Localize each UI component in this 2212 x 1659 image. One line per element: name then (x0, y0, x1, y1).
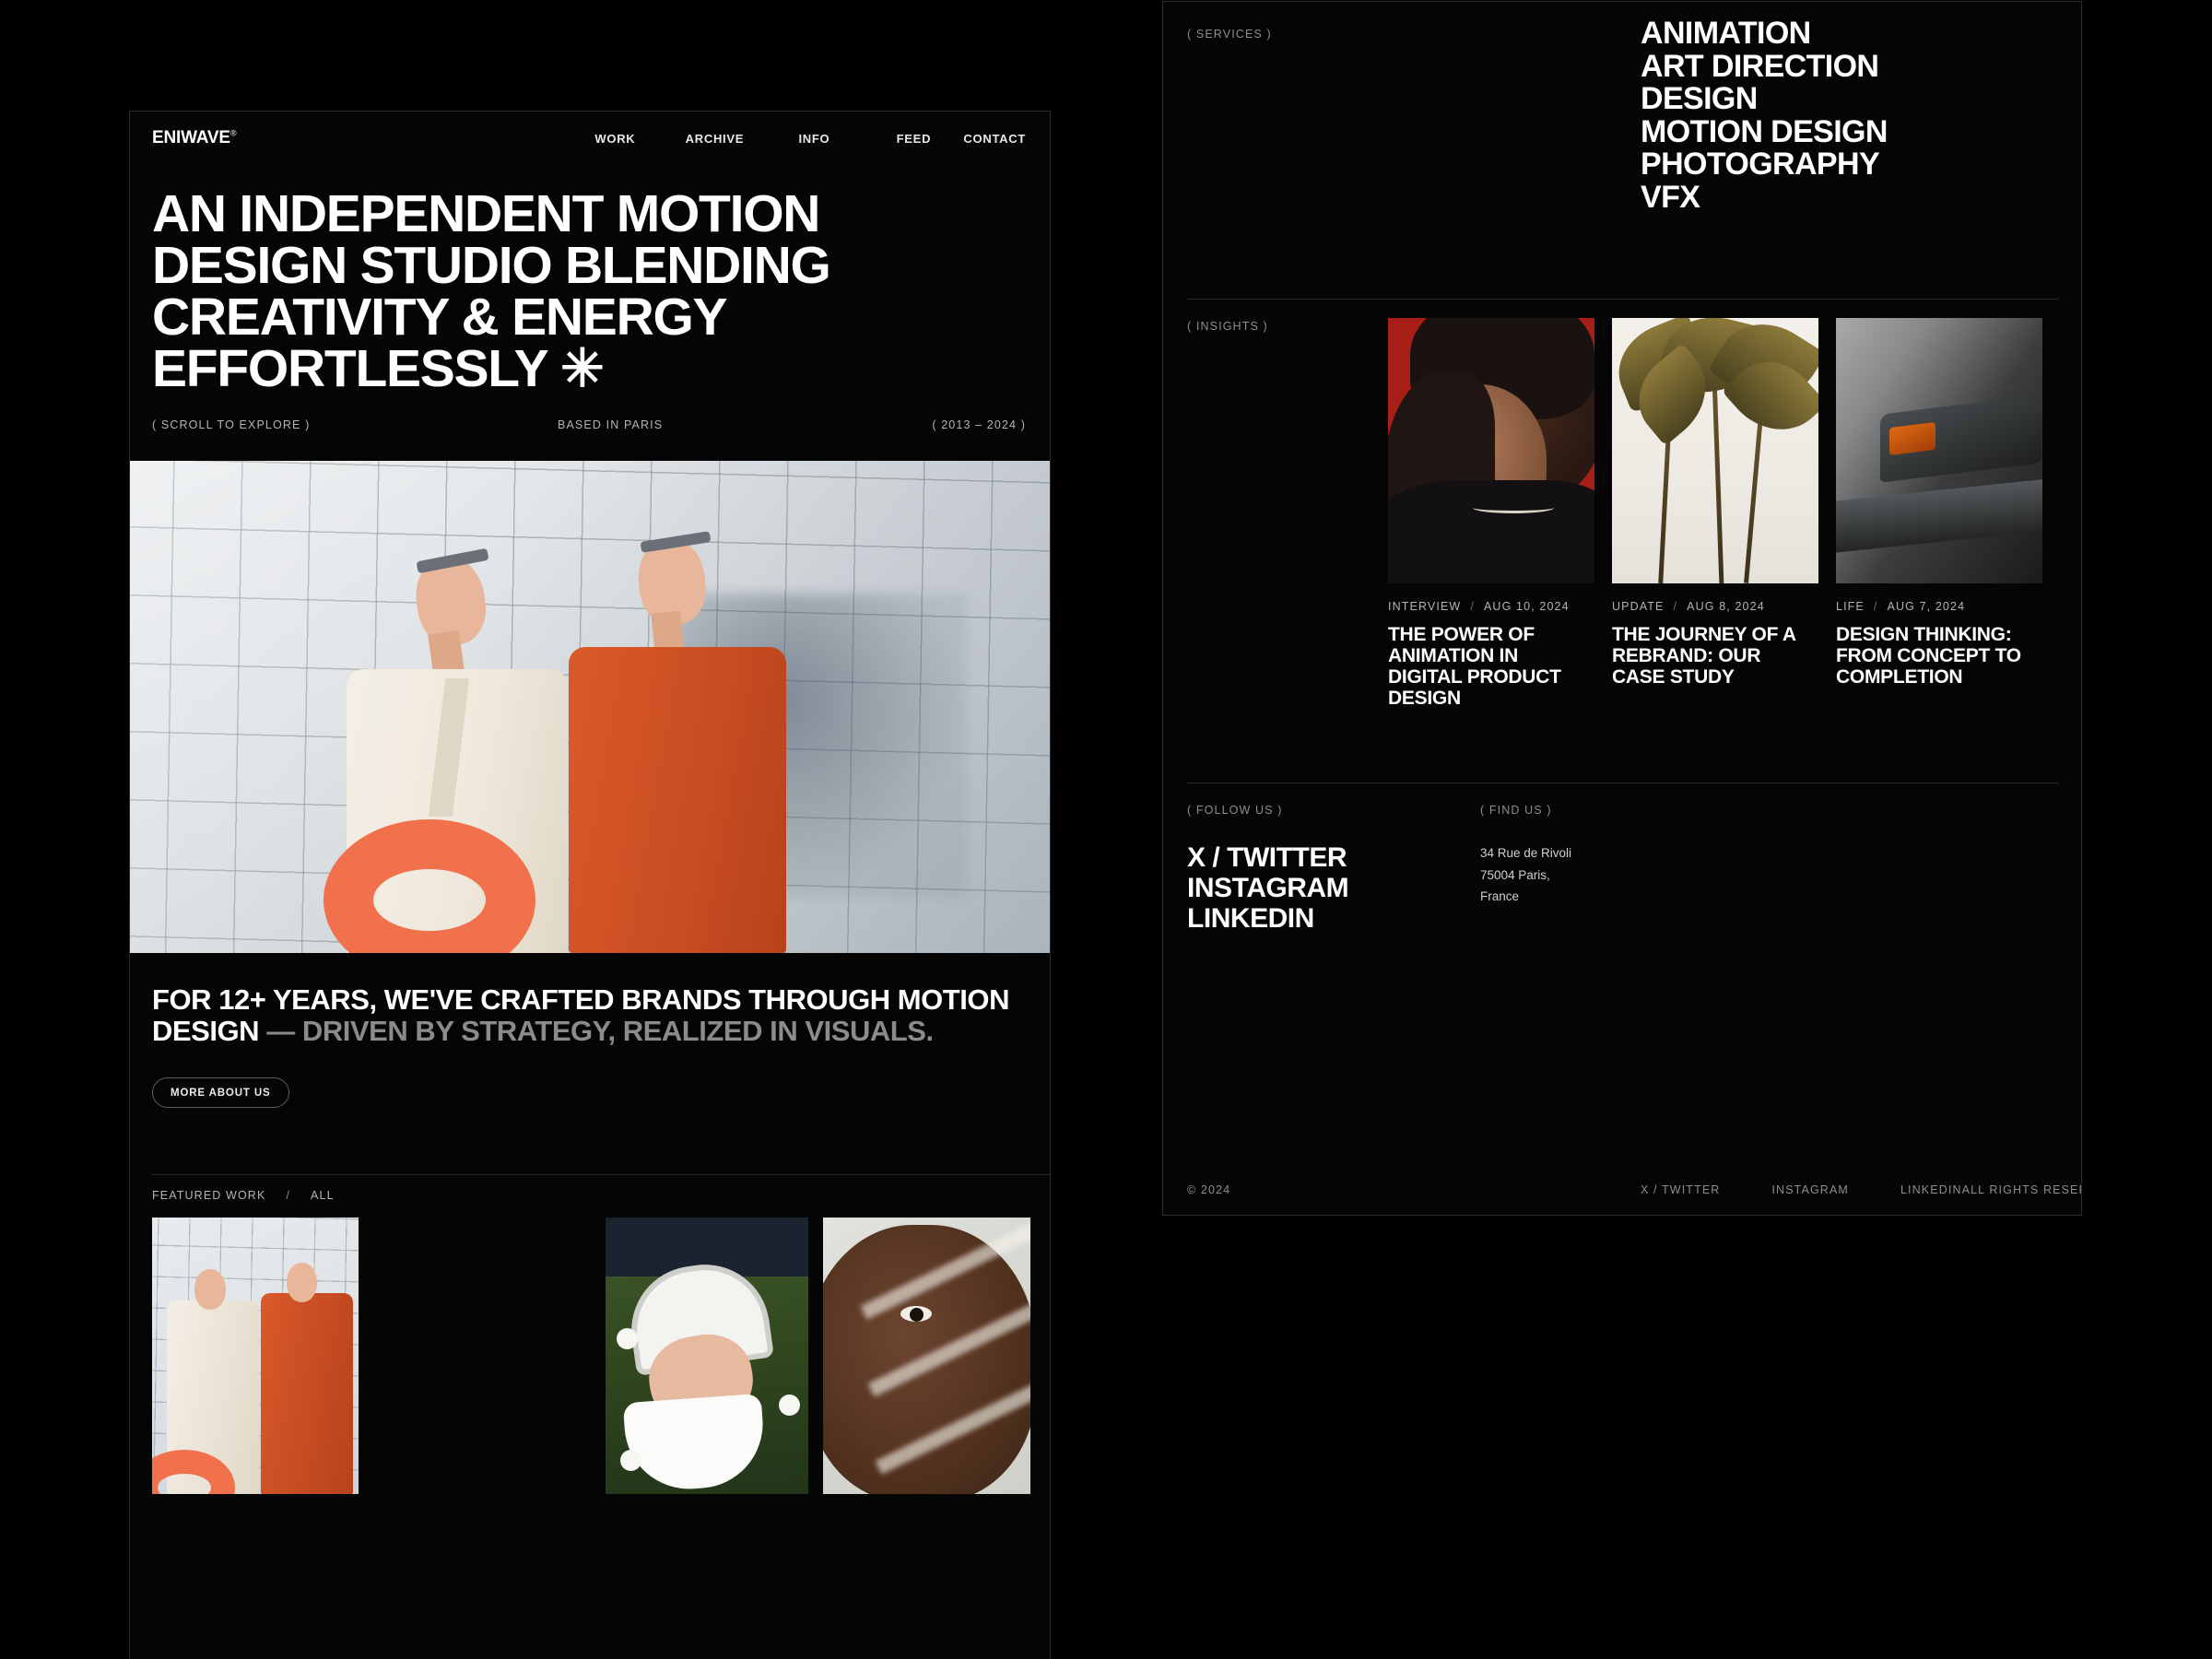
footer-link-linkedin[interactable]: LINKEDIN (1900, 1183, 1962, 1196)
page-title: AN INDEPENDENT MOTION DESIGN STUDIO BLEN… (152, 188, 1028, 395)
model-orange-suit (563, 531, 840, 954)
featured-divider (152, 1174, 1050, 1176)
featured-filter-all[interactable]: ALL (311, 1189, 335, 1202)
social-link-twitter[interactable]: X / TWITTER (1187, 842, 1480, 873)
hero-image (130, 461, 1050, 954)
more-about-us-button[interactable]: MORE ABOUT US (152, 1077, 289, 1109)
social-link-linkedin[interactable]: LINKEDIN (1187, 903, 1480, 934)
work-thumb-golf-green[interactable] (606, 1218, 808, 1495)
service-item-animation[interactable]: ANIMATION (1641, 17, 1888, 51)
location-label: BASED IN PARIS (558, 418, 664, 432)
insights-cards: INTERVIEW / AUG 10, 2024 THE POWER OF AN… (1388, 318, 2057, 709)
nav-item-contact[interactable]: CONTACT (963, 132, 1026, 146)
insight-title[interactable]: DESIGN THINKING: FROM CONCEPT TO COMPLET… (1836, 624, 2042, 688)
registered-mark: ® (229, 128, 237, 138)
find-us-block: ( FIND US ) 34 Rue de Rivoli 75004 Paris… (1480, 802, 1571, 934)
service-item-motion-design[interactable]: MOTION DESIGN (1641, 115, 1888, 149)
services-label: ( SERVICES ) (1187, 28, 1272, 41)
hero-line-1: AN INDEPENDENT MOTION (152, 184, 820, 243)
featured-work-label: FEATURED WORK (152, 1189, 266, 1203)
contact-section: ( FOLLOW US ) X / TWITTER INSTAGRAM LINK… (1163, 783, 2081, 1143)
services-section: ( SERVICES ) ANIMATION ART DIRECTION DES… (1163, 2, 2081, 299)
insight-title[interactable]: THE POWER OF ANIMATION IN DIGITAL PRODUC… (1388, 624, 1594, 709)
homepage-panel: ENIWAVE® WORK ARCHIVE INFO FEED CONTACT … (129, 111, 1051, 1659)
site-navbar: ENIWAVE® WORK ARCHIVE INFO FEED CONTACT (130, 112, 1050, 165)
studio-address: 34 Rue de Rivoli 75004 Paris, France (1480, 842, 1571, 908)
insights-section: ( INSIGHTS ) INTERVIEW / AUG 10, 2024 TH… (1163, 300, 2081, 782)
insight-image-couple-red (1388, 318, 1594, 583)
hero-line-4: EFFORTLESSLY ✳ (152, 338, 605, 398)
brand-logo[interactable]: ENIWAVE® (152, 128, 237, 148)
insight-card-interview[interactable]: INTERVIEW / AUG 10, 2024 THE POWER OF AN… (1388, 318, 1594, 709)
insight-separator: / (1873, 600, 1878, 613)
address-line-1: 34 Rue de Rivoli (1480, 846, 1572, 860)
service-item-vfx[interactable]: VFX (1641, 181, 1888, 215)
work-thumb-fashion-duo[interactable] (152, 1218, 359, 1495)
insight-card-update[interactable]: UPDATE / AUG 8, 2024 THE JOURNEY OF A RE… (1612, 318, 1818, 709)
featured-work-header: FEATURED WORK / ALL (152, 1189, 1028, 1202)
insight-separator: / (1470, 600, 1475, 613)
insight-date: AUG 10, 2024 (1483, 600, 1570, 613)
footer-link-twitter[interactable]: X / TWITTER (1641, 1183, 1720, 1196)
hero-line-3: CREATIVITY & ENERGY (152, 287, 728, 347)
insight-category: INTERVIEW (1388, 600, 1462, 613)
insight-category: LIFE (1836, 600, 1865, 613)
insights-label: ( INSIGHTS ) (1187, 320, 1268, 333)
insight-title[interactable]: THE JOURNEY OF A REBRAND: OUR CASE STUDY (1612, 624, 1818, 688)
social-links-list: X / TWITTER INSTAGRAM LINKEDIN (1187, 842, 1480, 934)
copyright-label: © 2024 (1187, 1183, 1231, 1196)
nav-item-feed[interactable]: FEED (864, 132, 963, 146)
insight-image-car-headlight (1836, 318, 2042, 583)
brand-name: ENIWAVE (152, 128, 230, 147)
featured-work-grid (152, 1218, 1050, 1495)
nav-item-work[interactable]: WORK (565, 132, 665, 146)
nav-item-info[interactable]: INFO (764, 132, 864, 146)
insight-separator: / (1673, 600, 1678, 613)
service-item-photography[interactable]: PHOTOGRAPHY (1641, 148, 1888, 182)
find-us-label: ( FIND US ) (1480, 804, 1552, 817)
service-item-design[interactable]: DESIGN (1641, 83, 1888, 116)
scroll-to-explore-label: ( SCROLL TO EXPLORE ) (152, 418, 311, 432)
rights-reserved-label: ALL RIGHTS RESERVED (1961, 1183, 2081, 1196)
about-blurb: FOR 12+ YEARS, WE'VE CRAFTED BRANDS THRO… (130, 984, 1050, 1046)
insight-category: UPDATE (1612, 600, 1665, 613)
social-link-instagram[interactable]: INSTAGRAM (1187, 873, 1480, 903)
insight-date: AUG 7, 2024 (1887, 600, 1966, 613)
nav-item-archive[interactable]: ARCHIVE (665, 132, 764, 146)
sections-panel: ( SERVICES ) ANIMATION ART DIRECTION DES… (1162, 1, 2082, 1216)
years-label: ( 2013 – 2024 ) (932, 418, 1026, 432)
address-line-2: 75004 Paris, (1480, 867, 1550, 882)
hero-meta-row: ( SCROLL TO EXPLORE ) BASED IN PARIS ( 2… (130, 418, 1050, 431)
featured-separator: / (286, 1189, 291, 1203)
footer-bar: © 2024 X / TWITTER INSTAGRAM LINKEDIN AL… (1163, 1165, 2081, 1215)
insight-date: AUG 8, 2024 (1687, 600, 1765, 613)
hero-section: AN INDEPENDENT MOTION DESIGN STUDIO BLEN… (130, 165, 1050, 395)
footer-link-instagram[interactable]: INSTAGRAM (1771, 1183, 1849, 1196)
services-list: ANIMATION ART DIRECTION DESIGN MOTION DE… (1641, 17, 1888, 215)
insight-image-palm-trees (1612, 318, 1818, 583)
follow-us-label: ( FOLLOW US ) (1187, 804, 1283, 817)
nav-links: WORK ARCHIVE INFO FEED CONTACT (565, 132, 1026, 146)
blurb-dim: — DRIVEN BY STRATEGY, REALIZED IN VISUAL… (259, 1014, 934, 1047)
hero-line-2: DESIGN STUDIO BLENDING (152, 235, 831, 295)
address-line-3: France (1480, 889, 1520, 904)
service-item-art-direction[interactable]: ART DIRECTION (1641, 50, 1888, 84)
screenshot-root: ENIWAVE® WORK ARCHIVE INFO FEED CONTACT … (0, 0, 2212, 1659)
work-thumb-portrait-shadow[interactable] (823, 1218, 1030, 1495)
insight-card-life[interactable]: LIFE / AUG 7, 2024 DESIGN THINKING: FROM… (1836, 318, 2042, 709)
